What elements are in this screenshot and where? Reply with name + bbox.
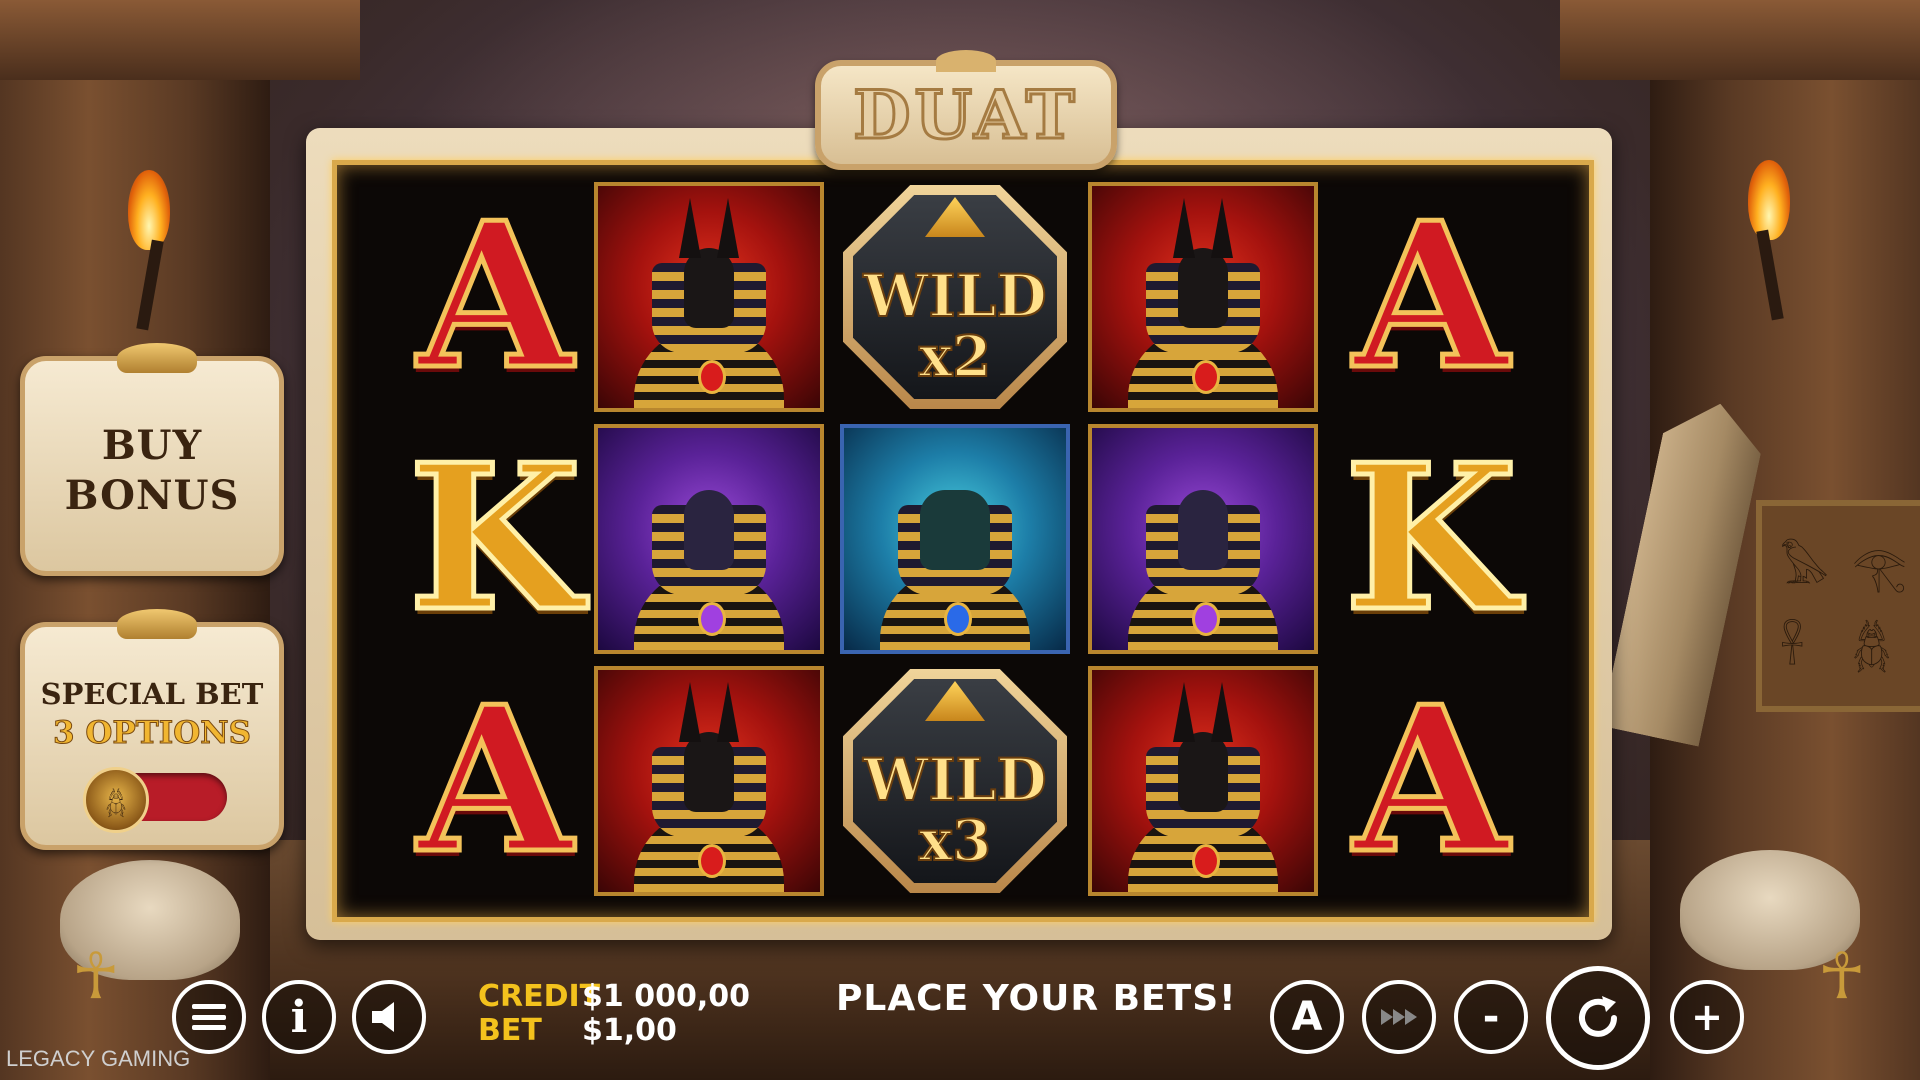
credit-label: CREDIT bbox=[478, 979, 601, 1014]
game-title: DUAT bbox=[852, 75, 1079, 156]
anubis-figure bbox=[634, 198, 784, 408]
wild-multiplier: x2 bbox=[918, 324, 992, 390]
reel-symbol-a: A bbox=[1313, 179, 1549, 415]
bet-label: BET bbox=[478, 1013, 542, 1048]
autoplay-button[interactable]: A bbox=[1270, 980, 1344, 1054]
reel-symbol-wild: WILD x2 bbox=[837, 179, 1073, 415]
buy-bonus-label: BUY BONUS bbox=[25, 421, 279, 521]
info-icon: i bbox=[290, 991, 308, 1043]
autoplay-icon: A bbox=[1291, 994, 1323, 1040]
wild-label: WILD bbox=[862, 746, 1047, 814]
winged-sun-icon bbox=[936, 50, 996, 72]
bet-decrease-button[interactable]: - bbox=[1454, 980, 1528, 1054]
right-ankh-icon: ☥ bbox=[1818, 940, 1866, 1014]
sobek-figure bbox=[880, 460, 1030, 650]
special-bet-panel: SPECIAL BET 3 OPTIONS 𓆣 bbox=[20, 609, 284, 850]
winged-scarab-icon bbox=[117, 343, 197, 373]
reel-symbol-wild: WILD x3 bbox=[837, 663, 1073, 899]
horus-tile bbox=[1088, 424, 1318, 654]
symbol-letter: A bbox=[415, 179, 575, 414]
symbol-letter: A bbox=[1351, 663, 1511, 898]
horus-figure bbox=[634, 460, 784, 650]
anubis-tile bbox=[1088, 182, 1318, 412]
bet-value: $1,00 bbox=[582, 1013, 677, 1048]
brand-label: LEGACY GAMING bbox=[6, 1046, 191, 1071]
reel-symbol-k: K bbox=[377, 421, 613, 657]
reel-symbol-a: A bbox=[377, 663, 613, 899]
special-bet-options: 3 OPTIONS bbox=[53, 715, 252, 752]
balance-display: CREDIT$1 000,00 BET $1,00 bbox=[478, 980, 750, 1048]
reel-symbol-anubis bbox=[1085, 179, 1321, 415]
sobek-tile bbox=[840, 424, 1070, 654]
symbol-letter: A bbox=[1351, 179, 1511, 414]
spin-button[interactable] bbox=[1546, 966, 1650, 1070]
turbo-button[interactable] bbox=[1362, 980, 1436, 1054]
anubis-tile bbox=[1088, 666, 1318, 896]
left-torch-icon bbox=[128, 170, 170, 331]
reel-symbol-horus bbox=[1085, 421, 1321, 657]
reel-symbol-a: A bbox=[377, 179, 613, 415]
wild-symbol: WILD x3 bbox=[837, 663, 1073, 899]
left-pillar-cap bbox=[0, 0, 360, 80]
credit-value: $1 000,00 bbox=[582, 979, 750, 1014]
special-bet-title: SPECIAL BET bbox=[40, 677, 264, 711]
wild-label: WILD bbox=[862, 262, 1047, 330]
right-torch-icon bbox=[1748, 160, 1790, 321]
anubis-tile bbox=[594, 182, 824, 412]
reel-symbol-anubis bbox=[591, 663, 827, 899]
symbol-letter: K bbox=[1342, 421, 1521, 656]
menu-icon bbox=[192, 1004, 226, 1030]
sound-button[interactable] bbox=[352, 980, 426, 1054]
status-message: PLACE YOUR BETS! bbox=[836, 978, 1237, 1019]
fast-forward-icon bbox=[1381, 1009, 1417, 1025]
symbol-letter: K bbox=[406, 421, 585, 656]
info-button[interactable]: i bbox=[262, 980, 336, 1054]
wild-symbol: WILD x2 bbox=[837, 179, 1073, 415]
anubis-figure bbox=[1128, 198, 1278, 408]
reel-symbol-horus bbox=[591, 421, 827, 657]
right-pillar-cap bbox=[1560, 0, 1920, 80]
spin-icon bbox=[1579, 996, 1617, 1037]
reel-symbol-sobek bbox=[837, 421, 1073, 657]
speaker-icon bbox=[372, 1002, 394, 1032]
symbol-letter: A bbox=[415, 663, 575, 898]
horus-tile bbox=[594, 424, 824, 654]
buy-bonus-line1: BUY bbox=[101, 422, 203, 469]
anubis-figure bbox=[1128, 682, 1278, 892]
bet-increase-button[interactable]: + bbox=[1670, 980, 1744, 1054]
buy-bonus-line2: BONUS bbox=[64, 472, 240, 519]
buy-bonus-button[interactable]: BUY BONUS bbox=[20, 343, 284, 576]
reel-grid: A WILD x2 A K K A WILD x3 A bbox=[332, 160, 1594, 922]
menu-button[interactable] bbox=[172, 980, 246, 1054]
anubis-tile bbox=[594, 666, 824, 896]
scarab-icon: 𓆣 bbox=[83, 767, 149, 833]
game-logo: DUAT bbox=[815, 50, 1117, 170]
winged-scarab-icon bbox=[117, 609, 197, 639]
left-ankh-icon: ☥ bbox=[72, 940, 120, 1014]
minus-icon: - bbox=[1482, 994, 1500, 1040]
wild-multiplier: x3 bbox=[918, 808, 992, 874]
special-bet-toggle[interactable]: 𓆣 bbox=[83, 767, 227, 833]
anubis-figure bbox=[634, 682, 784, 892]
hieroglyph-wall: 𓅃𓂀 𓋹𓆣 bbox=[1756, 500, 1920, 712]
plus-icon: + bbox=[1691, 995, 1723, 1039]
reel-symbol-k: K bbox=[1313, 421, 1549, 657]
horus-figure bbox=[1128, 460, 1278, 650]
reel-symbol-a: A bbox=[1313, 663, 1549, 899]
reel-symbol-anubis bbox=[591, 179, 827, 415]
reel-symbol-anubis bbox=[1085, 663, 1321, 899]
